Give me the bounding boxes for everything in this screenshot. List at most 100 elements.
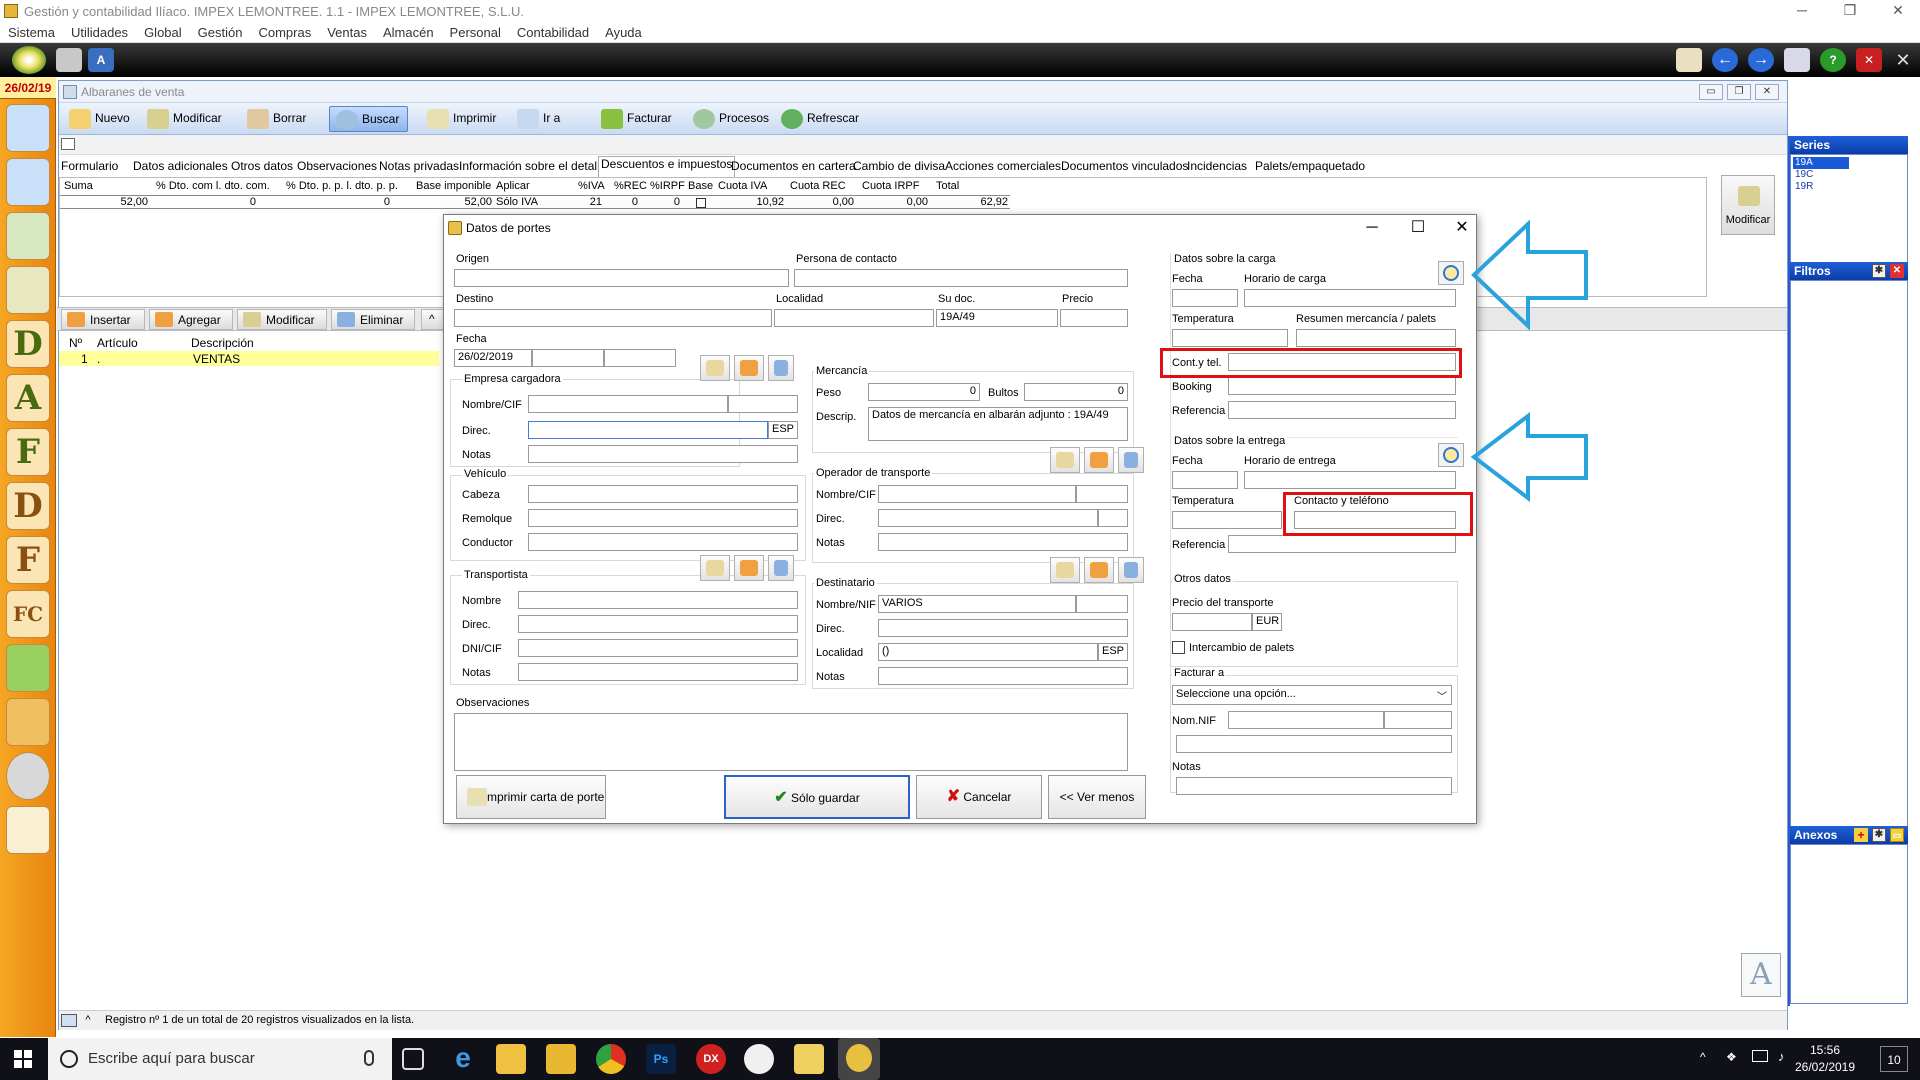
facturar-extra-input[interactable] bbox=[1176, 735, 1452, 753]
eliminar-button[interactable]: Eliminar bbox=[331, 309, 415, 330]
status-grid-icon[interactable] bbox=[61, 1014, 77, 1027]
tab-cambio-divisa[interactable]: Cambio de divisa bbox=[851, 159, 947, 177]
tab-info-detalle[interactable]: Información sobre el detalle bbox=[457, 159, 608, 177]
procesos-button[interactable]: Procesos bbox=[687, 106, 777, 132]
dialog-maximize-icon[interactable]: ☐ bbox=[1398, 217, 1438, 239]
microphone-icon[interactable] bbox=[364, 1050, 374, 1066]
fecha-extra2-input[interactable] bbox=[604, 349, 676, 367]
tray-chevron-icon[interactable]: ^ bbox=[1700, 1050, 1706, 1064]
precio-input[interactable] bbox=[1060, 309, 1128, 327]
precio-transporte-input[interactable] bbox=[1172, 613, 1252, 631]
ir-a-button[interactable]: Ir a bbox=[511, 106, 568, 132]
tab-formulario[interactable]: Formulario bbox=[59, 159, 120, 177]
tab-acciones-comerciales[interactable]: Acciones comerciales bbox=[943, 159, 1063, 177]
imprimir-carta-button[interactable]: Imprimir carta de porte bbox=[456, 775, 606, 819]
destinatario-localidad-code[interactable]: ESP bbox=[1098, 643, 1128, 661]
dock-box-orange-icon[interactable] bbox=[6, 698, 50, 746]
modificar-linea-button[interactable]: Modificar bbox=[237, 309, 327, 330]
destinatario-book-button[interactable] bbox=[1084, 557, 1114, 583]
photoshop-icon[interactable]: Ps bbox=[646, 1044, 676, 1074]
dock-users-icon[interactable] bbox=[6, 104, 50, 152]
dock-user-a-icon[interactable] bbox=[6, 266, 50, 314]
entrega-temperatura-input[interactable] bbox=[1172, 511, 1282, 529]
dock-f2-icon[interactable]: F bbox=[6, 536, 50, 584]
conductor-input[interactable] bbox=[528, 533, 798, 551]
entrega-fecha-input[interactable] bbox=[1172, 471, 1238, 489]
entrega-horario-input[interactable] bbox=[1244, 471, 1456, 489]
windows-start-icon[interactable] bbox=[14, 1050, 32, 1068]
persona-contacto-input[interactable] bbox=[794, 269, 1128, 287]
home-orb-icon[interactable] bbox=[12, 46, 46, 74]
descrip-input[interactable]: Datos de mercancía en albarán adjunto : … bbox=[868, 407, 1128, 441]
tab-documentos-cartera[interactable]: Documentos en cartera bbox=[729, 159, 858, 177]
anexos-add-icon[interactable]: + bbox=[1854, 828, 1868, 842]
insertar-button[interactable]: Insertar bbox=[61, 309, 145, 330]
transportista-book-button[interactable] bbox=[734, 555, 764, 581]
dock-user-r-icon[interactable] bbox=[6, 212, 50, 260]
anexos-tools-icon[interactable]: ✱ bbox=[1872, 828, 1886, 842]
transportista-dni-input[interactable] bbox=[518, 639, 798, 657]
refrescar-button[interactable]: Refrescar bbox=[775, 106, 867, 132]
tab-palets[interactable]: Palets/empaquetado bbox=[1253, 159, 1367, 177]
forward-arrow-icon[interactable]: → bbox=[1748, 48, 1774, 72]
destinatario-localidad-input[interactable]: () bbox=[878, 643, 1098, 661]
destinatario-notas-input[interactable] bbox=[878, 667, 1128, 685]
dock-box-green-icon[interactable] bbox=[6, 644, 50, 692]
fecha-input[interactable]: 26/02/2019 bbox=[454, 349, 532, 367]
nomnif-input[interactable] bbox=[1228, 711, 1384, 729]
observaciones-input[interactable] bbox=[454, 713, 1128, 771]
imprimir-button[interactable]: Imprimir bbox=[421, 106, 504, 132]
empresa-notas-input[interactable] bbox=[528, 445, 798, 463]
minimize-icon[interactable]: ─ bbox=[1780, 0, 1824, 22]
modificar-side-button[interactable]: Modificar bbox=[1721, 175, 1775, 235]
operador-direc-input[interactable] bbox=[878, 509, 1098, 527]
dock-mail-icon[interactable] bbox=[6, 806, 50, 854]
tab-datos-adicionales[interactable]: Datos adicionales bbox=[131, 159, 230, 177]
tab-notas-privadas[interactable]: Notas privadas bbox=[377, 159, 461, 177]
bultos-input[interactable]: 0 bbox=[1024, 383, 1128, 401]
dock-f-icon[interactable]: F bbox=[6, 428, 50, 476]
menu-almacen[interactable]: Almacén bbox=[375, 22, 442, 40]
base-checkbox[interactable] bbox=[696, 198, 706, 208]
menu-contabilidad[interactable]: Contabilidad bbox=[509, 22, 597, 40]
nif-input[interactable] bbox=[1384, 711, 1452, 729]
entrega-contact-button[interactable] bbox=[1438, 443, 1464, 467]
anexos-folder-icon[interactable]: ▭ bbox=[1890, 828, 1904, 842]
tab-incidencias[interactable]: Incidencias bbox=[1185, 159, 1249, 177]
operador-direc-code[interactable] bbox=[1098, 509, 1128, 527]
carga-referencia-input[interactable] bbox=[1228, 401, 1456, 419]
dock-d2-icon[interactable]: D bbox=[6, 482, 50, 530]
restore-icon[interactable]: ❐ bbox=[1828, 0, 1872, 22]
operador-notas-input[interactable] bbox=[878, 533, 1128, 551]
transportista-clear-button[interactable] bbox=[768, 555, 794, 581]
destinatario-clear-button[interactable] bbox=[1118, 557, 1144, 583]
agregar-button[interactable]: Agregar bbox=[149, 309, 233, 330]
close-icon[interactable]: ✕ bbox=[1876, 0, 1920, 22]
task-view-icon[interactable] bbox=[402, 1048, 424, 1070]
app-red-icon[interactable] bbox=[744, 1044, 774, 1074]
buscar-button[interactable]: Buscar bbox=[329, 106, 409, 132]
fecha-extra-input[interactable] bbox=[532, 349, 604, 367]
transportista-contacts-button[interactable] bbox=[700, 555, 730, 581]
destinatario-direc-input[interactable] bbox=[878, 619, 1128, 637]
dock-a-icon[interactable]: A bbox=[6, 374, 50, 422]
network-icon[interactable] bbox=[1752, 1050, 1768, 1062]
dock-disc-icon[interactable] bbox=[6, 752, 50, 800]
remolque-input[interactable] bbox=[528, 509, 798, 527]
menu-ayuda[interactable]: Ayuda bbox=[597, 22, 650, 40]
empresa-nombre-input[interactable] bbox=[528, 395, 728, 413]
empresa-direc-code[interactable]: ESP bbox=[768, 421, 798, 439]
operador-nombre-input[interactable] bbox=[878, 485, 1076, 503]
localidad-input[interactable] bbox=[774, 309, 934, 327]
nuevo-button[interactable]: Nuevo bbox=[63, 106, 138, 132]
help-icon[interactable]: ? bbox=[1820, 48, 1846, 72]
series-item-19c[interactable]: 19C bbox=[1793, 169, 1813, 180]
booking-input[interactable] bbox=[1228, 377, 1456, 395]
form-view-icon[interactable] bbox=[61, 138, 75, 150]
taskbar-search[interactable]: Escribe aquí para buscar bbox=[48, 1038, 392, 1080]
empresa-contacts-button[interactable] bbox=[700, 355, 730, 381]
tab-otros-datos[interactable]: Otros datos bbox=[229, 159, 295, 177]
mdi-close-icon[interactable]: ✕ bbox=[1755, 84, 1779, 100]
tab-descuentos-impuestos[interactable]: Descuentos e impuestos bbox=[598, 156, 736, 177]
menu-gestion[interactable]: Gestión bbox=[190, 22, 251, 40]
